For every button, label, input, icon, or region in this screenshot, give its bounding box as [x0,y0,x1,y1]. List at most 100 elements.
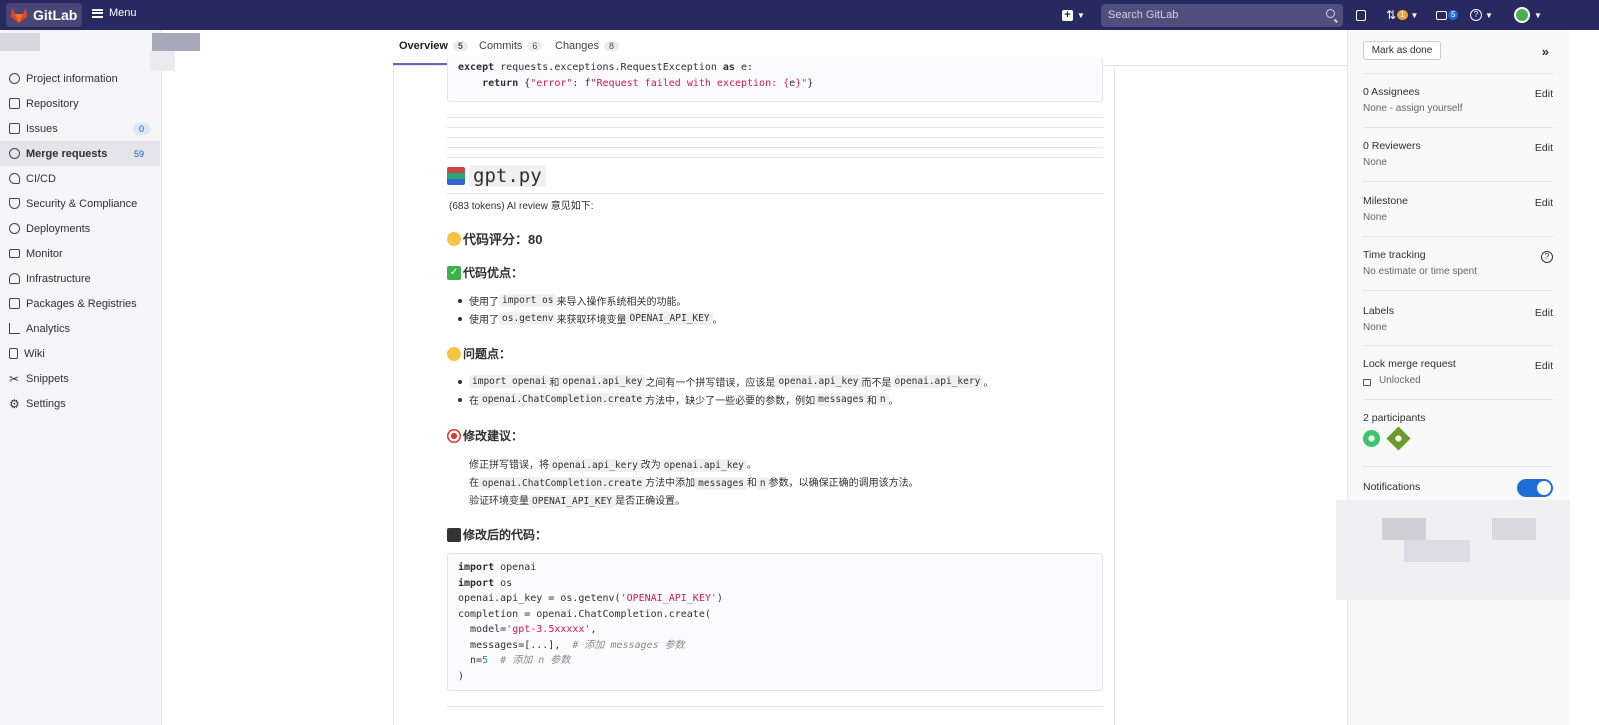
sidebar-item-wiki[interactable]: Wiki [0,341,160,366]
target-emoji-icon [447,428,461,443]
list-item: 在 openai.ChatCompletion.create 方法中，缺少了一些必要… [458,392,899,407]
file-heading: gpt.py [447,165,546,187]
sidebar-item-monitor[interactable]: Monitor [0,241,160,266]
sidebar-item-label: Deployments [26,222,91,235]
gitlab-logo[interactable]: GitLab [6,3,82,27]
computer-emoji-icon [447,527,461,542]
divider [1363,236,1553,237]
text: 来获取环境变量 [556,315,627,326]
code-token: openai [494,562,537,573]
user-menu[interactable]: ▼ [1514,7,1542,23]
sidebar-item-cicd[interactable]: CI/CD [0,166,160,191]
hamburger-icon [92,8,103,18]
code-comment: # 添加 messages 参数 [572,639,685,651]
text: 方法中，缺少了一些必要的参数，例如 [645,396,816,407]
menu-button[interactable]: Menu [92,7,137,19]
tab-count: 6 [527,41,543,51]
suggest-line: 验证环境变量 OPENAI_API_KEY 是否正确设置。 [469,492,685,508]
edit-milestone-button[interactable]: Edit [1535,197,1553,209]
inline-code: n [756,477,769,490]
divider [1363,399,1553,400]
sidebar-item-issues[interactable]: Issues 0 [0,116,160,141]
sidebar-item-analytics[interactable]: Analytics [0,316,160,341]
inline-code: OPENAI_API_KEY [529,495,616,508]
inline-code: OPENAI_API_KEY [626,312,713,325]
sidebar-item-label: Issues [26,122,58,135]
help-menu[interactable]: ? ▼ [1470,7,1493,23]
sidebar-item-security[interactable]: Security & Compliance [0,191,160,216]
sidebar-item-repository[interactable]: Repository [0,91,160,116]
text: 方法中添加 [645,478,696,489]
collapse-sidebar-icon[interactable]: » [1542,44,1549,59]
top-navbar: GitLab Menu + ▼ Search GitLab ⇅ 1 ▼ 5 ? … [0,0,1599,30]
code-token: e: [734,62,754,73]
text: 。 [712,315,723,326]
notifications-toggle[interactable] [1517,479,1553,497]
mark-as-done-button[interactable]: Mark as done [1363,41,1441,60]
divider [1363,73,1553,74]
heading-text: 修改建议： [463,429,524,443]
issues-heading: 问题点： [447,345,511,362]
text: 。 [746,460,757,471]
edit-assignees-button[interactable]: Edit [1535,88,1553,100]
code-token: import [458,562,495,573]
search-input[interactable]: Search GitLab [1101,4,1343,27]
todos-shortcut[interactable]: 5 [1436,7,1459,23]
sidebar-item-deployments[interactable]: Deployments [0,216,160,241]
text: 验证环境变量 [469,496,529,507]
tab-commits[interactable]: Commits 6 [479,40,543,52]
section-value: None [1363,212,1387,223]
sidebar-item-merge-requests[interactable]: Merge requests 59 [0,141,160,166]
edit-labels-button[interactable]: Edit [1535,307,1553,319]
edit-lock-button[interactable]: Edit [1535,360,1553,372]
divider [447,137,1103,138]
inline-code: import openai [469,375,550,388]
sidebar-item-label: Repository [26,97,79,110]
merge-requests-count-badge: 59 [133,148,144,159]
sidebar-item-infrastructure[interactable]: Infrastructure [0,266,160,291]
unlock-icon [1363,378,1371,386]
sidebar-item-label: Wiki [24,347,45,360]
list-item: 使用了 os.getenv 来获取环境变量 OPENAI_API_KEY。 [458,311,723,326]
inline-code: messages [695,477,747,490]
participant-avatar[interactable] [1386,426,1411,451]
code-token: }" [795,77,808,89]
text: 改为 [640,460,661,471]
fixed-code-heading: 修改后的代码： [447,526,547,543]
inline-code: openai.ChatCompletion.create [479,393,646,406]
info-icon [9,73,20,84]
code-token: , [590,624,597,635]
project-avatar-blurred [0,33,40,51]
edit-reviewers-button[interactable]: Edit [1535,142,1553,154]
sidebar-item-project-information[interactable]: Project information [0,66,160,91]
divider [447,117,1103,118]
inline-code: openai.api_kery [891,375,984,388]
merge-requests-shortcut[interactable]: ⇅ 1 ▼ [1386,7,1418,23]
divider [447,147,1103,148]
tab-overview[interactable]: Overview 5 [399,40,468,52]
sidebar-item-settings[interactable]: ⚙ Settings [0,391,160,416]
divider [447,127,1103,128]
issues-shortcut[interactable] [1356,7,1366,23]
tab-label: Changes [555,40,600,52]
lock-section: Lock merge request Unlocked Edit [1363,358,1553,386]
sidebar-item-snippets[interactable]: ✂ Snippets [0,366,160,391]
tab-count: 8 [604,41,620,51]
text: 使用了 [469,297,499,308]
tab-changes[interactable]: Changes 8 [555,40,620,52]
text: 。 [888,396,899,407]
blurred-block [1382,518,1426,540]
todo-count-badge: 5 [1448,10,1459,20]
code-token: completion = openai.ChatCompletion.creat… [458,608,711,620]
assign-yourself-link[interactable]: None - assign yourself [1363,103,1553,114]
code-token: os [494,577,513,589]
tab-label: Overview [399,40,448,52]
text: 而不是 [861,378,892,389]
help-icon[interactable]: ? [1541,251,1553,263]
package-icon [9,298,20,309]
divider [1363,127,1553,128]
create-new-button[interactable]: + ▼ [1062,7,1085,23]
sidebar-item-packages[interactable]: Packages & Registries [0,291,160,316]
participant-avatar[interactable] [1363,430,1380,447]
code-token: requests.exceptions.RequestException [494,62,723,73]
